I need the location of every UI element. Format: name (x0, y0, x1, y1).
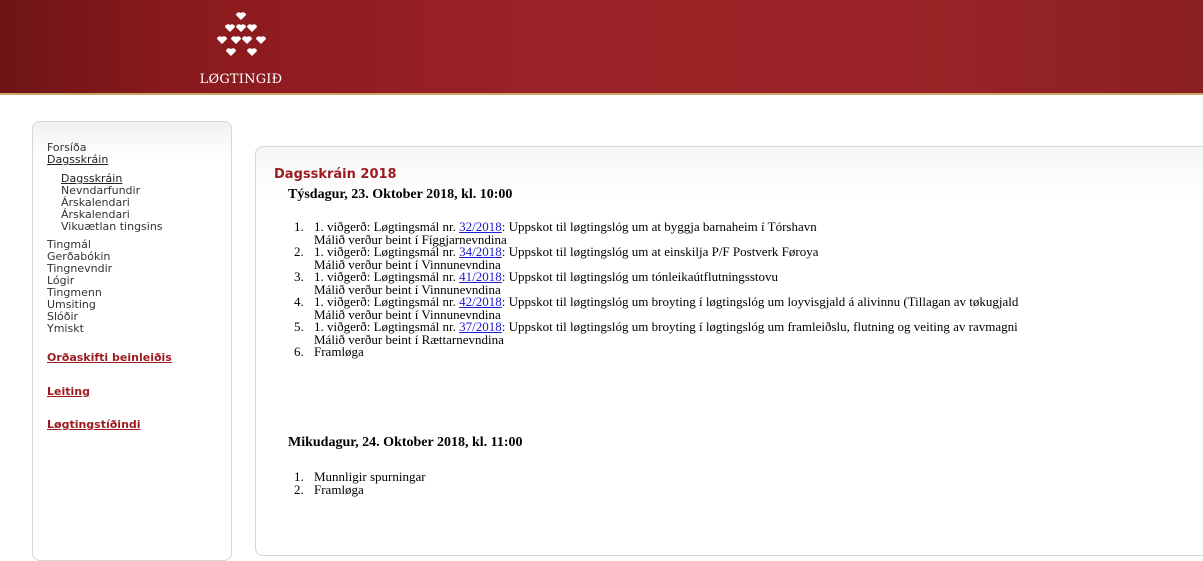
sidebar-link-leiting[interactable]: Leiting (47, 386, 172, 398)
item-text: : Uppskot til løgtingslóg um at byggja b… (501, 219, 817, 234)
item-prefix: Framløga (314, 481, 364, 497)
item-number: 4. (294, 294, 304, 309)
item-number: 5. (294, 319, 304, 334)
agenda-list: 1. 1. viðgerð: Løgtingsmál nr. 32/2018: … (294, 219, 1019, 359)
day-heading: Mikudagur, 24. Oktober 2018, kl. 11:00 (288, 435, 523, 450)
sidebar-item-dagsskrain[interactable]: Dagsskráin (47, 154, 172, 166)
site-header: LØGTINGIÐ (0, 0, 1203, 95)
sidebar-item-ymiskt[interactable]: Ymiskt (47, 323, 172, 335)
sidebar-link-logtingstidindi[interactable]: Løgtingstíðindi (47, 419, 172, 431)
item-number: 3. (294, 269, 304, 284)
agenda-item: 1. 1. viðgerð: Løgtingsmál nr. 32/2018: … (294, 219, 1018, 246)
agenda-item: 4. 1. viðgerð: Løgtingsmál nr. 42/2018: … (294, 294, 1019, 321)
logo-text: LØGTINGIÐ (199, 72, 283, 87)
agenda-item: 6. Framløga (294, 344, 1018, 359)
agenda-item: 5. 1. viðgerð: Løgtingsmál nr. 37/2018: … (294, 319, 1018, 347)
item-note: Málið verður beint í Rættarnevndina (314, 331, 504, 347)
item-text: : Uppskot til løgtingslóg um at einskilj… (501, 244, 819, 259)
sidebar-nav: Forsíða Dagsskráin Dagsskráin Nevndarfun… (47, 142, 172, 431)
agenda-item: 2. 1. viðgerð: Løgtingsmál nr. 34/2018: … (294, 244, 1018, 271)
item-text: : Uppskot til løgtingslóg um broyting í … (501, 319, 1018, 334)
item-number: 1. (294, 219, 304, 234)
agenda-list: 1. Munnligir spurningar 2. Framløga (294, 470, 426, 497)
logo[interactable]: LØGTINGIÐ (196, 12, 286, 88)
main-panel: Dagsskráin 2018 Týsdagur, 23. Oktober 20… (255, 146, 1203, 556)
hearts-emblem-icon (217, 12, 266, 56)
sidebar: Forsíða Dagsskráin Dagsskráin Nevndarfun… (32, 121, 232, 561)
agenda-item: 3. 1. viðgerð: Løgtingsmál nr. 41/2018: … (294, 269, 1018, 296)
day-heading: Týsdagur, 23. Oktober 2018, kl. 10:00 (288, 187, 513, 202)
item-number: 2. (294, 481, 304, 497)
page-title: Dagsskráin 2018 (274, 167, 397, 182)
sidebar-subitem-vikuaetlan[interactable]: Vikuætlan tingsins (47, 221, 172, 233)
item-prefix: Framløga (314, 344, 364, 359)
sidebar-link-ordaskifti[interactable]: Orðaskifti beinleiðis (47, 352, 172, 364)
item-number: 6. (294, 344, 304, 359)
agenda-item: 2. Framløga (294, 481, 426, 497)
item-text: : Uppskot til løgtingslóg um broyting í … (501, 294, 1019, 309)
item-text: : Uppskot til løgtingslóg um tónleikaútf… (501, 269, 779, 284)
item-number: 2. (294, 244, 304, 259)
